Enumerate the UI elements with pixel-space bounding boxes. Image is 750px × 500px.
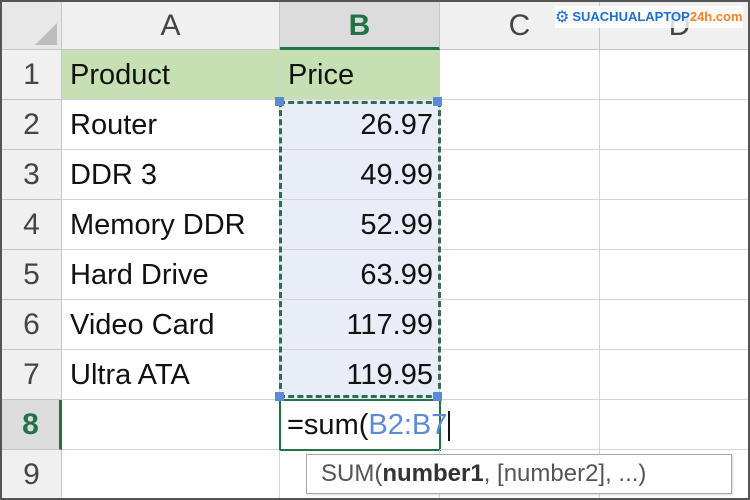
- cell-b1-price-header[interactable]: Price: [280, 50, 440, 100]
- table-row-product[interactable]: Hard Drive: [62, 250, 280, 300]
- cell-c3[interactable]: [440, 150, 600, 200]
- cell-c5[interactable]: [440, 250, 600, 300]
- table-row-price[interactable]: 52.99: [280, 200, 440, 250]
- cell-a1-product-header[interactable]: Product: [62, 50, 280, 100]
- cell-d8[interactable]: [600, 400, 748, 450]
- tooltip-remaining-arguments: , [number2], ...): [483, 460, 647, 487]
- row-header-2[interactable]: 2: [2, 100, 62, 150]
- formula-text: =sum(: [287, 409, 369, 441]
- cell-d4[interactable]: [600, 200, 748, 250]
- row-header-9[interactable]: 9: [2, 450, 62, 498]
- row-header-6[interactable]: 6: [2, 300, 62, 350]
- table-row-price[interactable]: 63.99: [280, 250, 440, 300]
- table-row-product[interactable]: Router: [62, 100, 280, 150]
- table-row-product[interactable]: Ultra ATA: [62, 350, 280, 400]
- table-row-product[interactable]: DDR 3: [62, 150, 280, 200]
- function-argument-tooltip[interactable]: SUM(number1, [number2], ...): [306, 454, 732, 494]
- row-header-7[interactable]: 7: [2, 350, 62, 400]
- cell-d7[interactable]: [600, 350, 748, 400]
- cell-a9[interactable]: [62, 450, 280, 498]
- spreadsheet-grid: A B C D 1 2 3 4 5 6 7 8 9 Product Price …: [0, 0, 750, 500]
- gear-icon: ⚙: [555, 9, 570, 26]
- cell-b8-formula-editor[interactable]: =sum(B2:B7: [279, 399, 451, 451]
- cell-c6[interactable]: [440, 300, 600, 350]
- cell-d6[interactable]: [600, 300, 748, 350]
- watermark-suffix: 24h.com: [689, 9, 743, 24]
- watermark-logo: ⚙ SUACHUALAPTOP24h.com: [555, 6, 743, 28]
- row-header-3[interactable]: 3: [2, 150, 62, 200]
- table-row-price[interactable]: 49.99: [280, 150, 440, 200]
- cell-c8[interactable]: [440, 400, 600, 450]
- tooltip-current-argument: number1: [382, 460, 484, 487]
- cell-c2[interactable]: [440, 100, 600, 150]
- table-row-price[interactable]: 26.97: [280, 100, 440, 150]
- row-header-5[interactable]: 5: [2, 250, 62, 300]
- table-row-product[interactable]: Video Card: [62, 300, 280, 350]
- select-all-button[interactable]: [2, 2, 62, 50]
- cell-c7[interactable]: [440, 350, 600, 400]
- table-row-product[interactable]: Memory DDR: [62, 200, 280, 250]
- cell-c1[interactable]: [440, 50, 600, 100]
- row-header-4[interactable]: 4: [2, 200, 62, 250]
- tooltip-function-name: SUM(: [321, 460, 383, 487]
- cell-d1[interactable]: [600, 50, 748, 100]
- table-row-price[interactable]: 117.99: [280, 300, 440, 350]
- cell-c4[interactable]: [440, 200, 600, 250]
- cell-a8[interactable]: [62, 400, 280, 450]
- cell-d2[interactable]: [600, 100, 748, 150]
- column-header-a[interactable]: A: [62, 2, 280, 50]
- column-header-b[interactable]: B: [280, 2, 440, 50]
- row-header-8[interactable]: 8: [2, 400, 62, 450]
- cell-d5[interactable]: [600, 250, 748, 300]
- formula-range-reference: B2:B7: [368, 409, 448, 441]
- table-row-price[interactable]: 119.95: [280, 350, 440, 400]
- watermark-brand: SUACHUALAPTOP: [572, 9, 690, 24]
- cell-d3[interactable]: [600, 150, 748, 200]
- row-header-1[interactable]: 1: [2, 50, 62, 100]
